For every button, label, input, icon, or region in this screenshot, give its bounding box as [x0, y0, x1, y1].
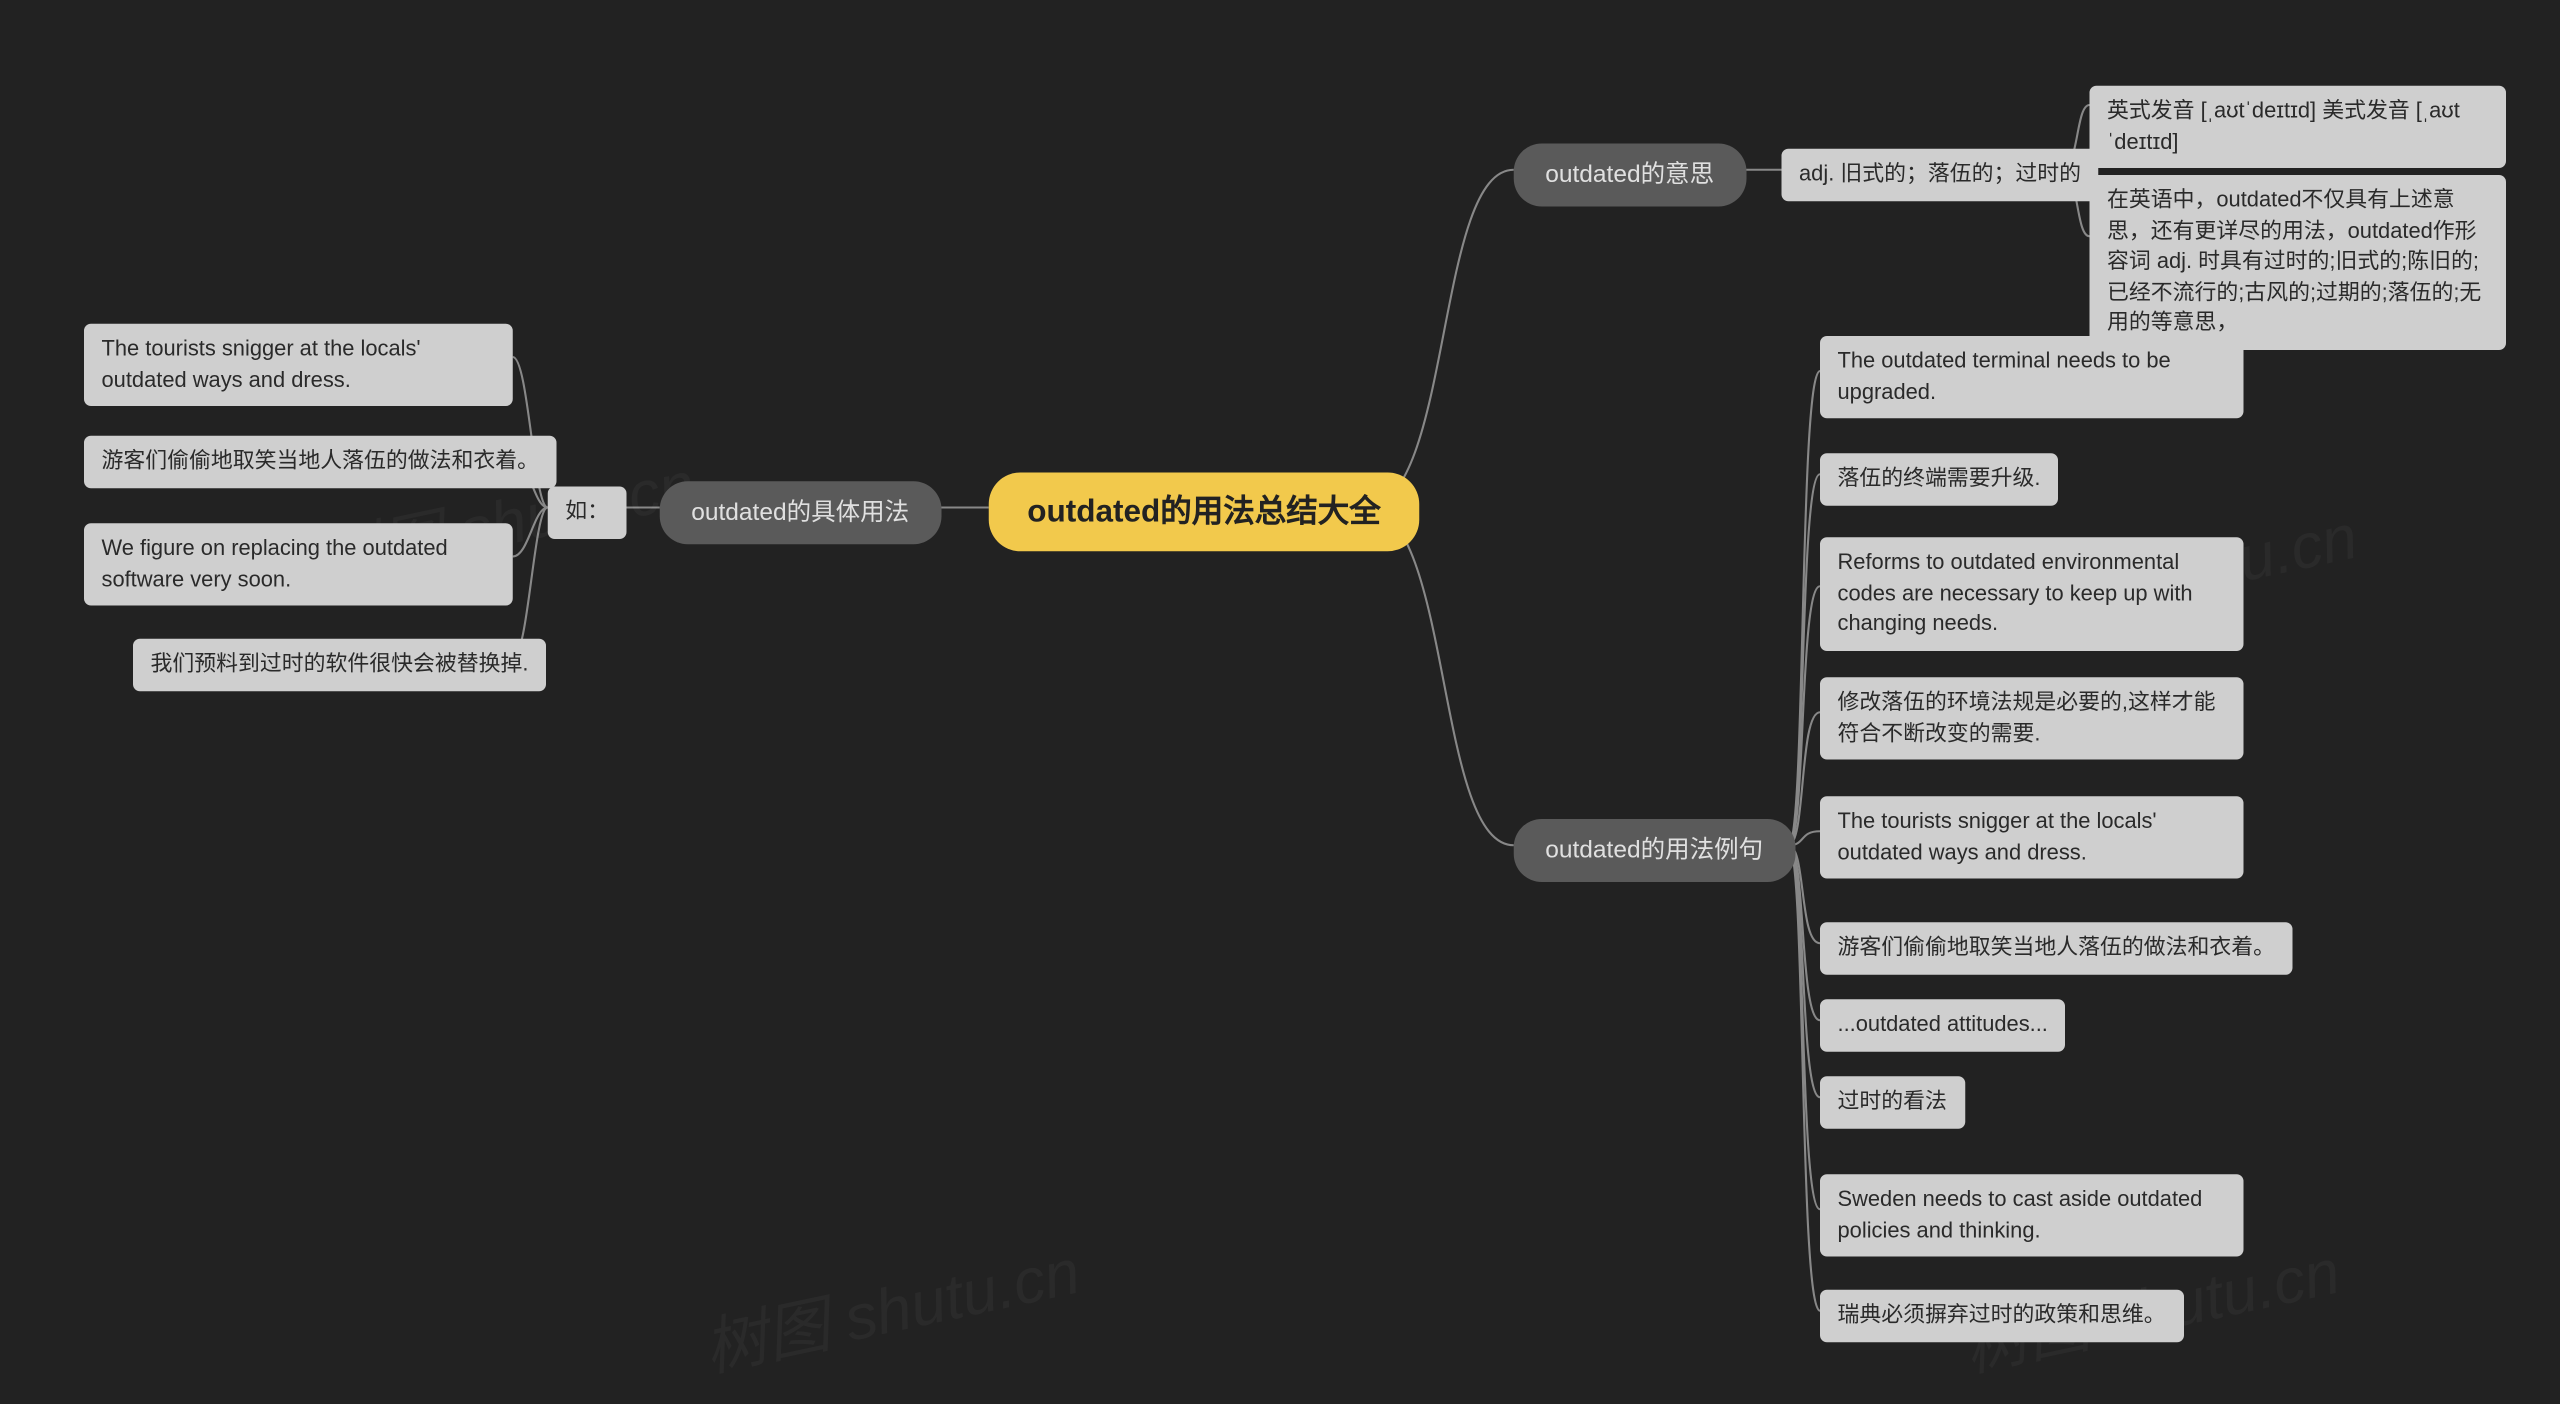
example-item[interactable]: 游客们偷偷地取笑当地人落伍的做法和衣着。: [1820, 922, 2293, 974]
branch-usage[interactable]: outdated的具体用法: [660, 481, 941, 543]
example-item[interactable]: ...outdated attitudes...: [1820, 999, 2065, 1051]
watermark: 树图 shutu.cn: [695, 1221, 1087, 1389]
meaning-def[interactable]: adj. 旧式的；落伍的；过时的: [1782, 149, 2099, 201]
branch-examples[interactable]: outdated的用法例句: [1514, 819, 1795, 881]
meaning-note[interactable]: 在英语中，outdated不仅具有上述意思，还有更详尽的用法，outdated作…: [2090, 175, 2507, 349]
usage-item[interactable]: We figure on replacing the outdated soft…: [84, 523, 513, 605]
meaning-pron[interactable]: 英式发音 [ˌaʊtˈdeɪtɪd] 美式发音 [ˌaʊtˈdeɪtɪd]: [2090, 86, 2507, 168]
example-item[interactable]: Sweden needs to cast aside outdated poli…: [1820, 1174, 2244, 1256]
usage-item[interactable]: The tourists snigger at the locals' outd…: [84, 324, 513, 406]
example-item[interactable]: 过时的看法: [1820, 1076, 1964, 1128]
example-item[interactable]: The outdated terminal needs to be upgrad…: [1820, 336, 2244, 418]
example-item[interactable]: 落伍的终端需要升级.: [1820, 453, 2058, 505]
example-item[interactable]: Reforms to outdated environmental codes …: [1820, 537, 2244, 650]
usage-item[interactable]: 游客们偷偷地取笑当地人落伍的做法和衣着。: [84, 436, 557, 488]
example-item[interactable]: 修改落伍的环境法规是必要的,这样才能符合不断改变的需要.: [1820, 677, 2244, 759]
example-item[interactable]: 瑞典必须摒弃过时的政策和思维。: [1820, 1290, 2183, 1342]
usage-item[interactable]: 我们预料到过时的软件很快会被替换掉.: [133, 639, 546, 691]
branch-meaning[interactable]: outdated的意思: [1514, 144, 1746, 206]
usage-lead[interactable]: 如：: [548, 487, 627, 539]
root-node[interactable]: outdated的用法总结大全: [989, 473, 1420, 552]
example-item[interactable]: The tourists snigger at the locals' outd…: [1820, 796, 2244, 878]
